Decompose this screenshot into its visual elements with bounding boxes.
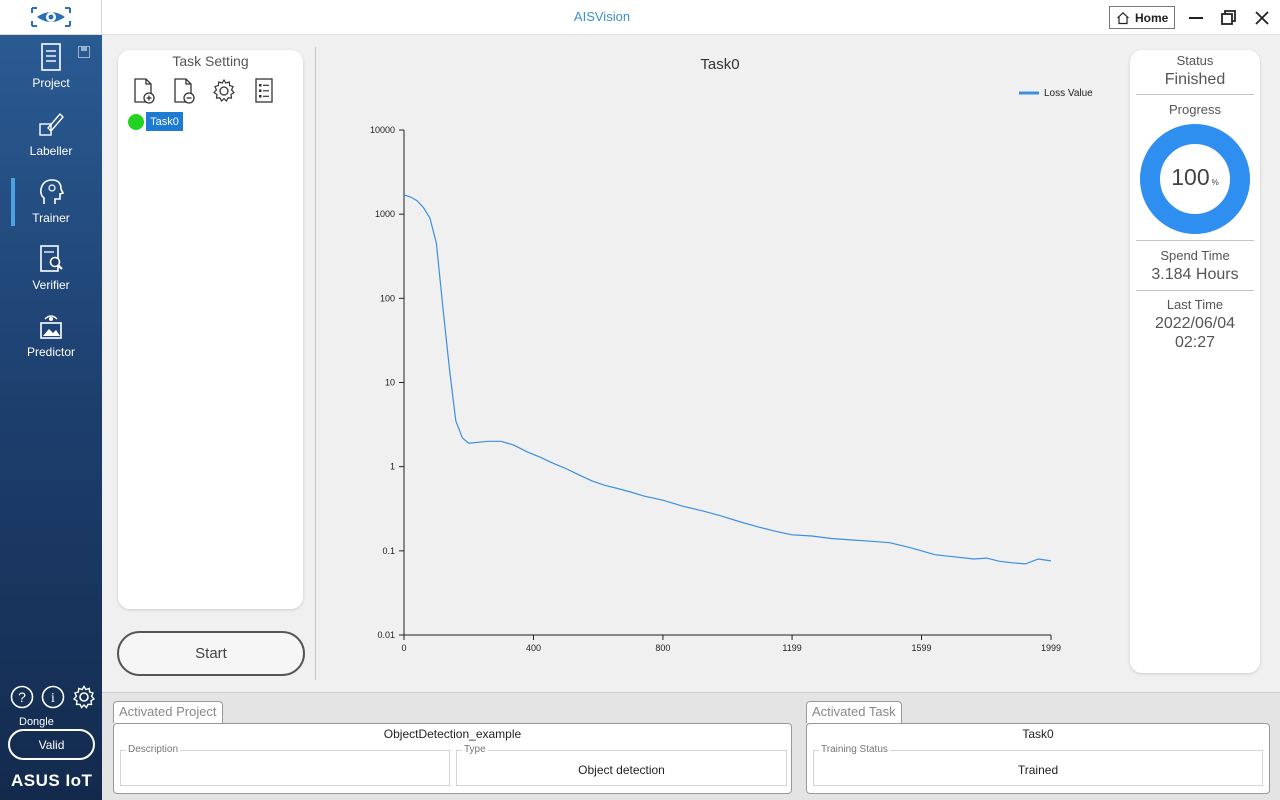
last-time-label: Last Time: [1166, 297, 1224, 312]
sidebar-item-trainer[interactable]: Trainer: [0, 177, 102, 241]
last-time-date: 2022/06/04: [1154, 315, 1236, 332]
legend-label: Loss Value: [1044, 88, 1093, 99]
description-label: Description: [126, 744, 181, 755]
project-document-icon: [41, 43, 61, 71]
loss-series-line: [403, 194, 1052, 565]
task-list-icon[interactable]: [252, 78, 276, 104]
titlebar: AISVision Home: [102, 0, 1280, 35]
loss-chart: 10000 1000 100 10 1 0.1 0.01 0 400 800 1199 1599 199…: [370, 88, 1093, 653]
y-tick-label: 1000: [375, 209, 395, 219]
dongle-status-button[interactable]: Valid: [8, 729, 95, 760]
trainer-head-icon: [40, 179, 65, 204]
training-status-field: Training Status Trained: [813, 744, 1263, 786]
task-name: Task0: [1022, 727, 1054, 741]
status-value: Finished: [1164, 71, 1226, 88]
type-label: Type: [462, 744, 488, 755]
progress-unit: %: [1211, 178, 1219, 187]
type-field: Type Object detection: [456, 744, 787, 786]
training-status-label: Training Status: [819, 744, 890, 755]
y-tick-label: 0.01: [377, 630, 395, 640]
start-button[interactable]: Start: [117, 631, 305, 676]
progress-label: Progress: [1168, 102, 1222, 117]
training-status-value: Trained: [1017, 763, 1059, 777]
separator: [1136, 240, 1254, 241]
sidebar-item-label: Project: [32, 76, 70, 90]
y-tick-label: 10000: [370, 125, 395, 135]
sidebar-item-label: Trainer: [32, 211, 70, 225]
spend-time-label: Spend Time: [1160, 248, 1230, 263]
progress-ring: 100%: [1139, 123, 1251, 235]
x-tick-label: 0: [401, 643, 406, 653]
sidebar-item-labeller[interactable]: Labeller: [0, 110, 102, 174]
sidebar: Project Labeller Trainer Verifier Predic…: [0, 0, 102, 800]
activated-task-box: Task0 Training Status Trained: [806, 723, 1270, 794]
verifier-magnifier-icon: [40, 245, 63, 272]
y-tick-label: 100: [380, 293, 395, 303]
status-label: Status: [1176, 53, 1214, 68]
sidebar-utility-icons: ? i: [10, 685, 96, 711]
sidebar-item-label: Verifier: [32, 278, 70, 292]
app-title: AISVision: [573, 9, 631, 24]
help-icon[interactable]: ?: [10, 685, 34, 709]
x-tick-label: 1599: [912, 643, 932, 653]
tab-activated-task[interactable]: Activated Task: [806, 701, 902, 723]
minimize-icon[interactable]: [1185, 7, 1207, 29]
sidebar-item-project[interactable]: Project: [0, 42, 102, 106]
y-tick-label: 10: [385, 378, 395, 388]
svg-text:i: i: [51, 691, 55, 706]
close-icon[interactable]: [1251, 7, 1273, 29]
home-button-label: Home: [1135, 10, 1169, 25]
separator: [1136, 290, 1254, 291]
activated-project-box: ObjectDetection_example Description Type…: [113, 723, 792, 794]
x-tick-label: 400: [526, 643, 541, 653]
progress-percent: 100%: [1139, 164, 1251, 191]
brand-logo: ASUS IoT: [11, 771, 93, 790]
task-setting-panel: Task Setting Task0: [118, 50, 303, 609]
labeller-pen-icon: [39, 112, 64, 136]
dongle-label: Dongle: [19, 716, 54, 728]
settings-gear-icon[interactable]: [72, 685, 96, 709]
restore-icon[interactable]: [1218, 7, 1240, 29]
last-time-time: 02:27: [1174, 334, 1216, 351]
x-tick-label: 800: [655, 643, 670, 653]
type-value: Object detection: [578, 763, 665, 777]
tab-activated-project[interactable]: Activated Project: [113, 701, 223, 723]
predictor-image-icon: [40, 315, 62, 339]
panel-divider: [315, 47, 316, 680]
project-name: ObjectDetection_example: [383, 727, 522, 741]
sidebar-item-label: Labeller: [29, 144, 73, 158]
bottom-info-area: Activated Project ObjectDetection_exampl…: [102, 692, 1280, 800]
eye-logo-icon: [30, 7, 71, 27]
app-logo: [0, 0, 102, 35]
settings-gear-icon[interactable]: [212, 78, 236, 104]
sidebar-item-verifier[interactable]: Verifier: [0, 244, 102, 308]
sidebar-item-label: Predictor: [26, 345, 76, 359]
home-button[interactable]: Home: [1109, 6, 1175, 29]
info-icon[interactable]: i: [41, 685, 65, 709]
add-task-icon[interactable]: [132, 78, 156, 104]
y-tick-label: 1: [390, 462, 395, 472]
description-field: Description: [120, 744, 450, 786]
task-setting-title: Task Setting: [172, 53, 249, 69]
remove-task-icon[interactable]: [172, 78, 196, 104]
svg-text:?: ?: [18, 689, 26, 705]
status-panel: Status Finished Progress 100% Spend Time…: [1130, 50, 1260, 673]
progress-value: 100: [1171, 164, 1210, 190]
x-tick-label: 1999: [1041, 643, 1061, 653]
chart-title: Task0: [700, 56, 740, 73]
y-tick-label: 0.1: [382, 546, 395, 556]
x-tick-label: 1199: [782, 643, 801, 653]
spend-time-value: 3.184 Hours: [1151, 266, 1239, 283]
separator: [1136, 94, 1254, 95]
task-status-indicator: [128, 114, 144, 130]
home-icon: [1117, 11, 1129, 24]
sidebar-item-predictor[interactable]: Predictor: [0, 311, 102, 375]
task-list-item[interactable]: Task0: [146, 112, 183, 131]
